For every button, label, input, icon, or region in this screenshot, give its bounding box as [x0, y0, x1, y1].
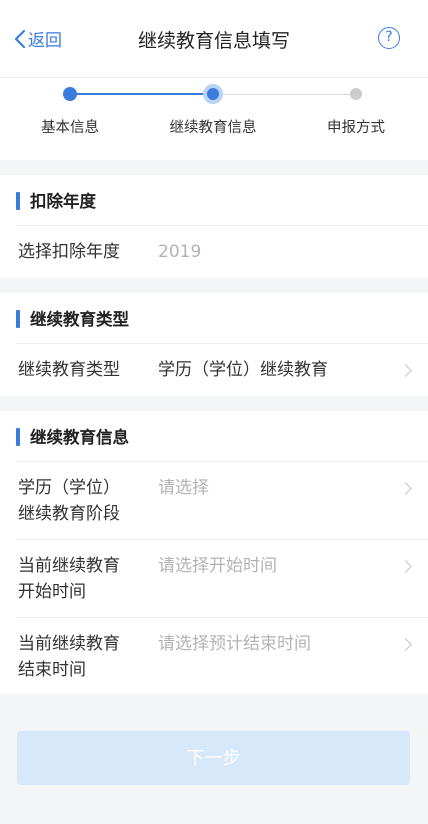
- row-label: 继续教育类型: [18, 360, 120, 380]
- education-type-value: 学历（学位）继续教育: [158, 360, 328, 380]
- start-time-placeholder: 请选择开始时间: [158, 556, 277, 576]
- step-dot-education-info-inner: [207, 88, 219, 100]
- row-end-time[interactable]: 当前继续教育 结束时间 请选择预计结束时间: [16, 617, 428, 694]
- section-header: 继续教育类型: [0, 293, 428, 343]
- row-deduction-year[interactable]: 选择扣除年度 2019: [16, 225, 428, 278]
- section-accent-bar: [16, 310, 20, 328]
- education-stage-placeholder: 请选择: [158, 478, 209, 498]
- step-label-education-info: 继续教育信息: [169, 120, 257, 136]
- row-education-type[interactable]: 继续教育类型 学历（学位）继续教育: [16, 343, 428, 396]
- section-title: 继续教育类型: [30, 310, 129, 329]
- end-time-placeholder: 请选择预计结束时间: [158, 634, 311, 654]
- section-title: 扣除年度: [30, 192, 96, 211]
- section-header: 扣除年度: [0, 175, 428, 225]
- section-deduction-year: 扣除年度 选择扣除年度 2019: [0, 175, 428, 278]
- step-label-basic-info: 基本信息: [41, 120, 99, 136]
- deduction-year-value: 2019: [158, 242, 202, 262]
- row-education-stage[interactable]: 学历（学位） 继续教育阶段 请选择: [16, 461, 428, 539]
- page-title: 继续教育信息填写: [137, 30, 290, 52]
- step-label-declaration: 申报方式: [327, 120, 385, 136]
- section-title: 继续教育信息: [30, 428, 129, 447]
- step-dot-declaration: [350, 88, 362, 100]
- section-header: 继续教育信息: [0, 411, 428, 461]
- section-education-info: 继续教育信息 学历（学位） 继续教育阶段 请选择 当前继续教育 开始时间 请选择…: [0, 411, 428, 694]
- chevron-right-icon: [399, 560, 412, 573]
- row-label-line1: 当前继续教育: [18, 556, 120, 576]
- stepper-line-pending: [213, 94, 356, 95]
- progress-stepper: 基本信息 继续教育信息 申报方式: [0, 78, 428, 160]
- section-accent-bar: [16, 428, 20, 446]
- step-dot-basic-info: [63, 87, 77, 101]
- stepper-line-completed: [70, 93, 213, 95]
- chevron-right-icon: [399, 638, 412, 651]
- row-label-line1: 学历（学位）: [18, 478, 120, 498]
- row-start-time[interactable]: 当前继续教育 开始时间 请选择开始时间: [16, 539, 428, 617]
- row-label: 选择扣除年度: [18, 242, 120, 262]
- chevron-right-icon: [399, 364, 412, 377]
- row-label-line1: 当前继续教育: [18, 634, 120, 654]
- row-label-line2: 结束时间: [18, 660, 86, 680]
- row-label-line2: 继续教育阶段: [18, 504, 120, 524]
- help-icon[interactable]: ?: [378, 27, 400, 49]
- nav-bar: 返回 继续教育信息填写 ?: [0, 0, 428, 78]
- row-label-line2: 开始时间: [18, 582, 86, 602]
- section-accent-bar: [16, 192, 20, 210]
- chevron-right-icon: [399, 482, 412, 495]
- next-step-button[interactable]: 下一步: [17, 731, 410, 785]
- section-education-type: 继续教育类型 继续教育类型 学历（学位）继续教育: [0, 293, 428, 396]
